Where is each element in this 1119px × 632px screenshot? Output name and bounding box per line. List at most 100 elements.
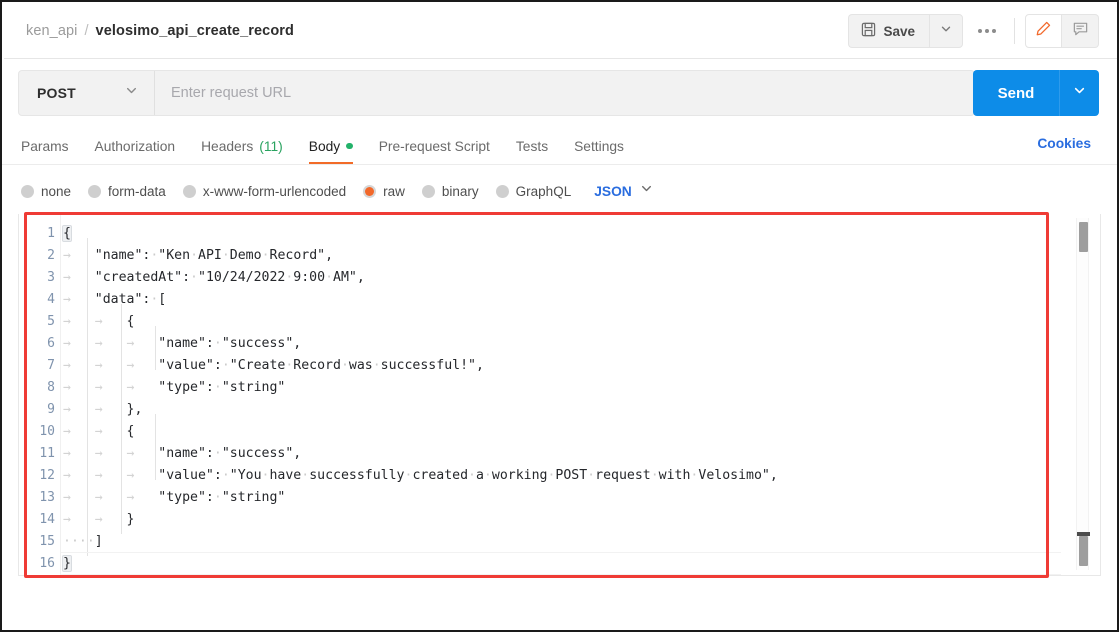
code-line: → "name":·"Ken·API·Demo·Record",	[63, 248, 334, 263]
code-line: → → {	[63, 424, 135, 439]
tab-label: Headers	[201, 138, 254, 154]
tab-label: Body	[308, 138, 341, 154]
line-number: 8	[47, 380, 55, 395]
raw-format-label: JSON	[594, 183, 632, 199]
breadcrumb-request-name[interactable]: velosimo_api_create_record	[96, 23, 294, 39]
send-button-group: Send	[973, 70, 1099, 116]
save-button-label: Save	[883, 23, 915, 39]
edit-request-button[interactable]	[1025, 14, 1062, 48]
body-type-binary[interactable]: binary	[421, 183, 479, 199]
body-type-selector: none form-data x-www-form-urlencoded raw…	[21, 178, 653, 204]
http-method-select[interactable]: POST	[19, 71, 155, 115]
code-line: → → },	[63, 402, 143, 417]
radio-icon	[88, 184, 102, 198]
line-number: 2	[47, 248, 55, 263]
body-type-label: GraphQL	[515, 183, 572, 199]
line-number: 15	[39, 534, 55, 549]
line-number: 13	[39, 490, 55, 505]
code-line: → → → "name":·"success",	[63, 446, 302, 461]
breadcrumb-separator: /	[84, 23, 89, 39]
code-line: → → → "type":·"string"	[63, 490, 286, 505]
body-type-label: x-www-form-urlencoded	[202, 183, 347, 199]
tab-authorization[interactable]: Authorization	[82, 128, 189, 164]
radio-icon	[21, 184, 34, 198]
comment-icon	[1072, 20, 1089, 42]
code-line: → → → "value":·"You·have·successfully·cr…	[63, 468, 778, 483]
line-number: 11	[39, 446, 55, 461]
tab-label: Params	[21, 138, 69, 154]
raw-format-select[interactable]: JSON	[594, 182, 653, 200]
body-type-label: form-data	[108, 183, 166, 199]
body-type-label: binary	[441, 183, 479, 199]
code-line: ····]	[61, 530, 1061, 553]
scrollbar-thumb-top[interactable]	[1079, 222, 1088, 252]
floppy-disk-icon	[861, 22, 876, 40]
matching-brace-highlight: }	[62, 555, 72, 572]
tab-label: Tests	[515, 138, 549, 154]
header-divider	[1014, 18, 1015, 44]
matching-brace-highlight: {	[62, 225, 72, 242]
send-button[interactable]: Send	[973, 70, 1059, 116]
request-body-editor[interactable]: 1 2 3 4 5 6 7 8 9 10 11 12 13 14 15 16 {…	[18, 214, 1101, 576]
line-number: 10	[39, 424, 55, 439]
save-options-button[interactable]	[929, 14, 963, 48]
line-number: 4	[47, 292, 55, 307]
save-button-group: Save	[848, 14, 963, 48]
tab-tests[interactable]: Tests	[503, 128, 561, 164]
code-line: → "data":·[	[63, 292, 167, 307]
tab-label: Settings	[574, 138, 624, 154]
tab-headers[interactable]: Headers (11)	[188, 128, 296, 164]
scrollbar-thumb-bottom[interactable]	[1077, 532, 1090, 566]
pencil-icon	[1035, 20, 1052, 42]
line-number: 7	[47, 358, 55, 373]
line-number: 6	[47, 336, 55, 351]
line-number: 9	[47, 402, 55, 417]
body-type-graphql[interactable]: GraphQL	[495, 183, 572, 199]
window-header: ken_api / velosimo_api_create_record Sav…	[4, 4, 1117, 59]
code-line: {	[61, 222, 72, 245]
editor-code-area[interactable]: { → "name":·"Ken·API·Demo·Record", → "cr…	[61, 214, 1100, 575]
request-url-input[interactable]: Enter request URL	[155, 71, 974, 115]
code-line: → → }	[63, 512, 135, 527]
breadcrumb-collection[interactable]: ken_api	[26, 23, 78, 39]
body-type-label: raw	[383, 183, 405, 199]
tab-label: Authorization	[94, 138, 176, 154]
body-type-form-data[interactable]: form-data	[88, 184, 166, 199]
chevron-down-icon	[940, 22, 952, 40]
comments-button[interactable]	[1062, 14, 1099, 48]
radio-selected-icon	[363, 184, 377, 198]
chevron-down-icon	[1073, 84, 1086, 102]
body-type-label: none	[41, 183, 72, 199]
tab-body[interactable]: Body	[296, 128, 366, 164]
body-modified-dot-icon	[346, 142, 353, 150]
save-button[interactable]: Save	[848, 14, 929, 48]
chevron-down-icon	[125, 84, 138, 102]
request-url-bar: POST Enter request URL	[18, 70, 975, 116]
tab-pre-request-script[interactable]: Pre-request Script	[366, 128, 503, 164]
radio-icon	[182, 184, 196, 198]
code-line: → → → "type":·"string"	[63, 380, 286, 395]
line-number: 3	[47, 270, 55, 285]
tab-params[interactable]: Params	[21, 128, 82, 164]
radio-icon	[495, 184, 509, 198]
body-type-raw[interactable]: raw	[363, 184, 405, 199]
body-type-none[interactable]: none	[21, 184, 71, 199]
view-toggle-group	[1025, 14, 1099, 48]
headers-count: (11)	[259, 138, 283, 154]
request-tab-bar: Params Authorization Headers (11) Body P…	[2, 128, 1117, 165]
line-number: 12	[39, 468, 55, 483]
code-line: → → → "value":·"Create·Record·was·succes…	[63, 358, 484, 373]
tab-label: Pre-request Script	[378, 138, 490, 154]
breadcrumb: ken_api / velosimo_api_create_record	[26, 23, 294, 39]
code-line: → → → "name":·"success",	[63, 336, 302, 351]
cookies-link[interactable]: Cookies	[1037, 136, 1091, 151]
tab-settings[interactable]: Settings	[561, 128, 637, 164]
send-options-button[interactable]	[1059, 70, 1099, 116]
line-number: 5	[47, 314, 55, 329]
editor-line-number-gutter: 1 2 3 4 5 6 7 8 9 10 11 12 13 14 15 16	[19, 214, 61, 575]
body-type-urlencoded[interactable]: x-www-form-urlencoded	[182, 183, 347, 199]
more-actions-button[interactable]	[970, 14, 1004, 48]
header-actions: Save	[848, 14, 1099, 48]
editor-vertical-scrollbar[interactable]	[1076, 218, 1090, 570]
code-line: }	[61, 552, 1061, 575]
